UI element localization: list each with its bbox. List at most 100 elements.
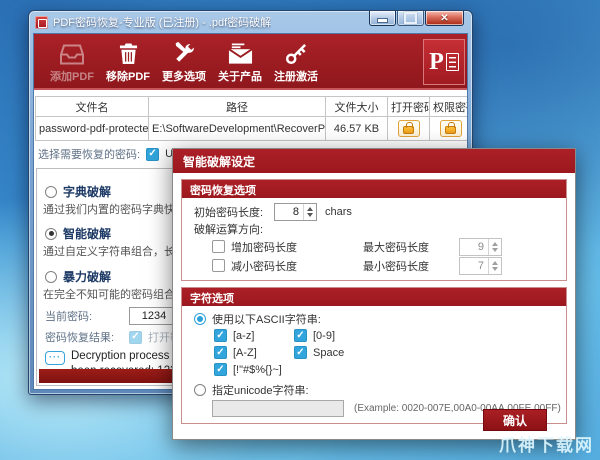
- dialog-titlebar[interactable]: 智能破解设定: [173, 149, 575, 173]
- register-activate-button[interactable]: 注册激活: [268, 37, 324, 87]
- direction-label-row: 破解运算方向:: [194, 221, 554, 237]
- window-title: PDF密码恢复-专业版 (已注册) - .pdf密码破解: [53, 14, 271, 30]
- dialog-title: 智能破解设定: [183, 153, 255, 170]
- max-length-value: 9: [460, 239, 488, 255]
- cell-path: E:\SoftwareDevelopment\RecoverPassword\P…: [149, 117, 326, 141]
- charset-symbols-option[interactable]: [!"#$%{}~]: [214, 363, 282, 376]
- charset-az-checkbox[interactable]: [214, 329, 227, 342]
- ascii-option-row[interactable]: 使用以下ASCII字符串:: [194, 310, 554, 327]
- file-table: 文件名 路径 文件大小 打开密码 权限密码 password-pdf-prote…: [35, 96, 468, 141]
- logo-letter: P: [429, 49, 444, 76]
- tools-icon: [173, 41, 196, 65]
- caption-buttons: [368, 11, 464, 26]
- chars-unit-label: chars: [325, 206, 352, 218]
- brute-force-radio[interactable]: [45, 271, 57, 283]
- header-permission-password: 权限密码: [430, 97, 469, 117]
- site-watermark: 爪神下载网: [499, 431, 594, 456]
- open-password-lock-button[interactable]: [398, 120, 420, 137]
- header-open-password: 打开密码: [388, 97, 430, 117]
- remove-pdf-label: 移除PDF: [106, 68, 150, 84]
- mail-icon: [228, 41, 253, 65]
- charset-az-option[interactable]: [a-z]: [214, 329, 294, 342]
- user-password-checkbox[interactable]: [146, 148, 159, 161]
- min-length-value: 7: [460, 258, 488, 274]
- max-length-stepper: 9: [459, 238, 502, 256]
- toolbar: 添加PDF 移除PDF 更多选项: [34, 34, 467, 90]
- maximize-button[interactable]: [397, 11, 424, 26]
- cell-permission-password: [430, 117, 469, 141]
- pdf-app-logo: P: [423, 39, 465, 85]
- character-options-header: 字符选项: [182, 288, 566, 306]
- unicode-option-row[interactable]: 指定unicode字符串:: [194, 381, 554, 398]
- recovery-options-header: 密码恢复选项: [182, 180, 566, 198]
- decrease-length-checkbox[interactable]: [212, 259, 225, 272]
- charset-AZ-checkbox[interactable]: [214, 346, 227, 359]
- lock-icon: [445, 126, 456, 134]
- more-options-label: 更多选项: [162, 68, 206, 84]
- charset-space-option[interactable]: Space: [294, 346, 374, 359]
- charset-space-label: Space: [313, 347, 344, 359]
- decrease-length-label: 减小密码长度: [231, 258, 331, 274]
- smart-title: 智能破解: [63, 225, 111, 242]
- brute-force-title: 暴力破解: [63, 268, 111, 285]
- cell-open-password: [388, 117, 430, 141]
- about-product-button[interactable]: 关于产品: [212, 37, 268, 87]
- confirm-button[interactable]: 确认: [483, 409, 547, 431]
- minimize-button[interactable]: [369, 11, 396, 26]
- key-icon: [285, 41, 308, 65]
- stepper-arrows-icon[interactable]: [303, 204, 316, 220]
- about-product-label: 关于产品: [218, 68, 262, 84]
- smart-radio[interactable]: [45, 228, 57, 240]
- select-password-label: 选择需要恢复的密码:: [38, 146, 140, 162]
- initial-length-value: 8: [275, 204, 303, 220]
- result-open-password-checkbox: [129, 331, 142, 344]
- charset-09-option[interactable]: [0-9]: [294, 329, 374, 342]
- permission-password-lock-button[interactable]: [440, 120, 462, 137]
- increase-length-checkbox[interactable]: [212, 240, 225, 253]
- dictionary-title: 字典破解: [63, 183, 111, 200]
- charset-grid: [a-z] [0-9] [A-Z]: [214, 327, 554, 378]
- table-header-row: 文件名 路径 文件大小 打开密码 权限密码: [36, 97, 469, 117]
- add-pdf-icon: [60, 41, 84, 65]
- initial-length-row: 初始密码长度: 8 chars: [194, 202, 554, 221]
- stepper-arrows-icon: [488, 239, 501, 255]
- min-length-stepper: 7: [459, 257, 502, 275]
- cell-filename: password-pdf-protected.pd: [36, 117, 149, 141]
- unicode-string-input[interactable]: [212, 400, 344, 417]
- stepper-arrows-icon: [488, 258, 501, 274]
- message-bubble-icon: [45, 351, 65, 365]
- charset-AZ-option[interactable]: [A-Z]: [214, 346, 294, 359]
- charset-az-label: [a-z]: [233, 330, 254, 342]
- desktop: PDF密码恢复-专业版 (已注册) - .pdf密码破解 添加PDF: [0, 0, 600, 460]
- trash-icon: [119, 41, 138, 65]
- max-length-label: 最大密码长度: [363, 239, 459, 255]
- charset-09-checkbox[interactable]: [294, 329, 307, 342]
- current-password-label: 当前密码:: [45, 308, 123, 324]
- document-icon: [446, 53, 459, 71]
- add-pdf-button[interactable]: 添加PDF: [44, 37, 100, 87]
- smart-crack-settings-dialog: 智能破解设定 密码恢复选项 初始密码长度: 8 chars 破解运算方向:: [172, 148, 576, 440]
- more-options-button[interactable]: 更多选项: [156, 37, 212, 87]
- unicode-label: 指定unicode字符串:: [212, 382, 309, 398]
- close-button[interactable]: [425, 11, 464, 26]
- decrease-length-row: 减小密码长度 最小密码长度 7: [212, 256, 554, 275]
- charset-AZ-label: [A-Z]: [233, 347, 257, 359]
- app-icon: [35, 16, 48, 29]
- recovery-options-group: 密码恢复选项 初始密码长度: 8 chars 破解运算方向: 增加密码长度 最大: [181, 179, 567, 281]
- charset-symbols-label: [!"#$%{}~]: [233, 364, 282, 376]
- ascii-radio[interactable]: [194, 313, 206, 325]
- table-row[interactable]: password-pdf-protected.pd E:\SoftwareDev…: [36, 117, 469, 141]
- unicode-radio[interactable]: [194, 384, 206, 396]
- increase-length-row: 增加密码长度 最大密码长度 9: [212, 237, 554, 256]
- initial-length-stepper[interactable]: 8: [274, 203, 317, 221]
- header-filesize: 文件大小: [326, 97, 388, 117]
- remove-pdf-button[interactable]: 移除PDF: [100, 37, 156, 87]
- header-path: 路径: [149, 97, 326, 117]
- min-length-label: 最小密码长度: [363, 258, 459, 274]
- dictionary-radio[interactable]: [45, 186, 57, 198]
- charset-09-label: [0-9]: [313, 330, 335, 342]
- cell-filesize: 46.57 KB: [326, 117, 388, 141]
- add-pdf-label: 添加PDF: [50, 68, 94, 84]
- charset-symbols-checkbox[interactable]: [214, 363, 227, 376]
- charset-space-checkbox[interactable]: [294, 346, 307, 359]
